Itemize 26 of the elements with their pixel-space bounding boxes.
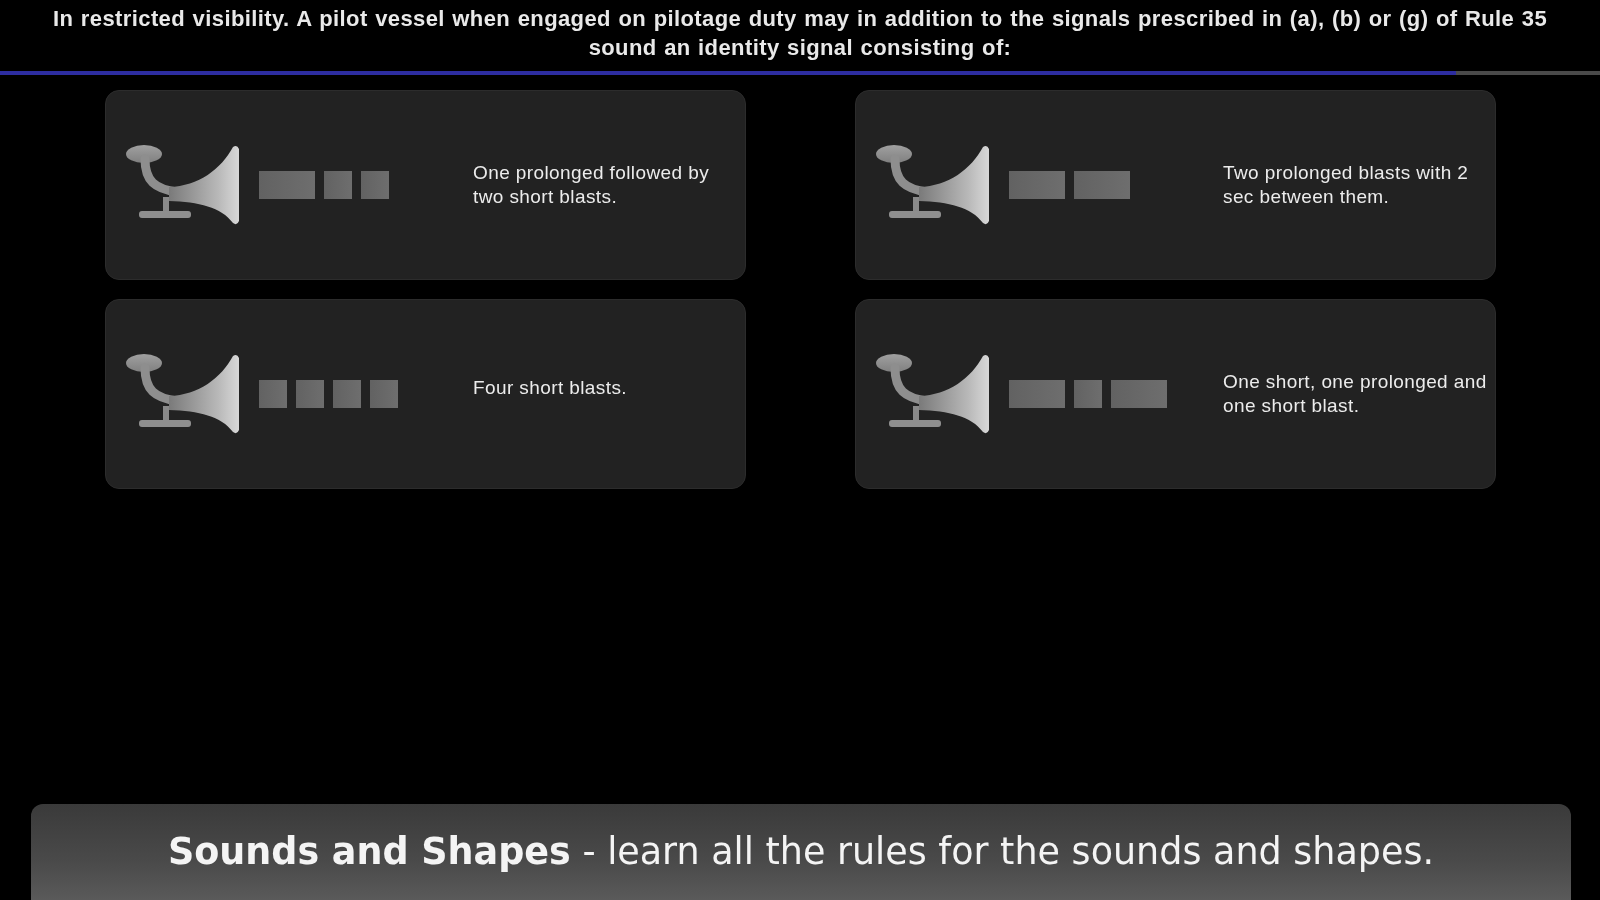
- question-text: In restricted visibility. A pilot vessel when engaged on pilotage duty may in addition to the signals prescribed in (a), (b) or (g) of Rule 35 sound an identity signal consisting of:: [51, 5, 1549, 62]
- short-dash-icon: [324, 171, 352, 199]
- banner-text: Sounds and Shapes - learn all the rules for the sounds and shapes.: [167, 828, 1435, 875]
- horn-icon: [875, 145, 991, 225]
- short-dash-icon: [361, 171, 389, 199]
- short-dash-icon: [333, 380, 361, 408]
- long-dash-icon: [1111, 380, 1167, 408]
- short-dash-icon: [1074, 380, 1102, 408]
- answer-card[interactable]: One prolonged followed by two short blasts.: [105, 90, 746, 280]
- short-dash-icon: [259, 380, 287, 408]
- short-dash-icon: [370, 380, 398, 408]
- short-dash-icon: [296, 380, 324, 408]
- long-dash-icon: [259, 171, 315, 199]
- long-dash-icon: [1009, 171, 1065, 199]
- answer-card[interactable]: Four short blasts.: [105, 299, 746, 489]
- answer-text: One prolonged followed by two short blasts.: [473, 161, 711, 209]
- answer-text: Four short blasts.: [473, 376, 627, 400]
- answer-text: Two prolonged blasts with 2 sec between them.: [1223, 161, 1470, 209]
- answer-card[interactable]: Two prolonged blasts with 2 sec between them.: [855, 90, 1496, 280]
- horn-icon: [875, 354, 991, 434]
- answer-text: One short, one prolonged and one short blast.: [1223, 370, 1488, 418]
- horn-icon: [125, 145, 241, 225]
- horn-icon: [125, 354, 241, 434]
- answer-card[interactable]: One short, one prolonged and one short blast.: [855, 299, 1496, 489]
- long-dash-icon: [1009, 380, 1065, 408]
- long-dash-icon: [1074, 171, 1130, 199]
